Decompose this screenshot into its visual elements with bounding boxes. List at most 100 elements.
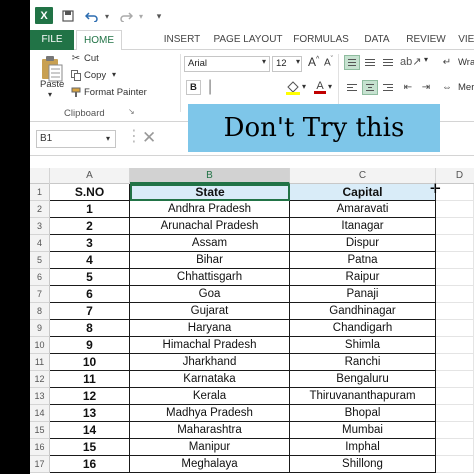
cell-empty[interactable] [436, 405, 474, 422]
clipboard-launcher-icon[interactable]: ↘ [128, 107, 135, 116]
cell-state[interactable]: Arunachal Pradesh [130, 218, 290, 235]
cell-sno[interactable]: 7 [50, 303, 130, 320]
cell-empty[interactable] [436, 388, 474, 405]
tab-view[interactable]: VIEW [456, 30, 474, 50]
cell-capital[interactable]: Mumbai [290, 422, 436, 439]
cell-state[interactable]: Himachal Pradesh [130, 337, 290, 354]
format-painter-button[interactable]: Format Painter [84, 87, 147, 98]
cell-state[interactable]: Meghalaya [130, 456, 290, 473]
cell-empty[interactable] [436, 201, 474, 218]
cell-sno[interactable]: 15 [50, 439, 130, 456]
column-header-d[interactable]: D [436, 168, 474, 184]
cell-capital[interactable]: Shillong [290, 456, 436, 473]
tab-page-layout[interactable]: PAGE LAYOUT [212, 30, 284, 50]
decrease-font-icon[interactable]: Aˇ [324, 56, 333, 68]
cell-capital[interactable]: Bhopal [290, 405, 436, 422]
copy-button[interactable]: Copy [84, 70, 106, 81]
cell-sno[interactable]: 1 [50, 201, 130, 218]
cell-capital[interactable]: Gandhinagar [290, 303, 436, 320]
redo-dropdown-icon[interactable]: ▾ [136, 8, 146, 24]
column-header-a[interactable]: A [50, 168, 130, 184]
row-header[interactable]: 2 [30, 201, 50, 218]
cell-empty[interactable] [436, 439, 474, 456]
row-header[interactable]: 6 [30, 269, 50, 286]
name-box[interactable]: B1 [36, 130, 116, 148]
cell-empty[interactable] [436, 354, 474, 371]
cell-empty[interactable] [436, 286, 474, 303]
undo-icon[interactable] [82, 8, 102, 24]
paste-button[interactable]: Paste [40, 79, 64, 90]
row-header[interactable]: 11 [30, 354, 50, 371]
redo-icon[interactable] [116, 8, 136, 24]
cell-state[interactable]: Bihar [130, 252, 290, 269]
cancel-icon[interactable]: ✕ [142, 128, 156, 148]
cell-sno[interactable]: 10 [50, 354, 130, 371]
cell-state[interactable]: Manipur [130, 439, 290, 456]
font-name-field[interactable]: Arial [184, 56, 270, 72]
cell-capital[interactable]: Thiruvananthapuram [290, 388, 436, 405]
cell-empty[interactable] [436, 252, 474, 269]
fill-color-icon[interactable] [284, 80, 302, 95]
header-cell-sno[interactable]: S.NO [50, 184, 130, 201]
increase-font-icon[interactable]: A^ [308, 55, 319, 69]
tab-data[interactable]: DATA [360, 30, 394, 50]
cell-capital[interactable]: Ranchi [290, 354, 436, 371]
worksheet-grid[interactable]: A B C D 1 S.NO State Capital 2 1 Andhra Prades… [30, 168, 474, 474]
cell-empty[interactable] [436, 337, 474, 354]
row-header[interactable]: 3 [30, 218, 50, 235]
cell-state[interactable]: Andhra Pradesh [130, 201, 290, 218]
font-color-icon[interactable]: A [312, 80, 328, 95]
cell-sno[interactable]: 5 [50, 269, 130, 286]
cell-capital[interactable]: Raipur [290, 269, 436, 286]
font-size-dropdown-icon[interactable]: ▾ [296, 57, 300, 66]
cell-sno[interactable]: 14 [50, 422, 130, 439]
middle-align-button[interactable] [362, 55, 378, 70]
orientation-icon[interactable]: ab↗ [400, 55, 421, 68]
row-header[interactable]: 9 [30, 320, 50, 337]
increase-indent-icon[interactable]: ⇥ [418, 80, 434, 95]
cell-sno[interactable]: 8 [50, 320, 130, 337]
cell-empty[interactable] [436, 218, 474, 235]
cell-sno[interactable]: 2 [50, 218, 130, 235]
merge-center-button[interactable]: Merge & C [458, 82, 474, 93]
cell-empty[interactable] [436, 184, 474, 201]
row-header[interactable]: 4 [30, 235, 50, 252]
cell-state[interactable]: Assam [130, 235, 290, 252]
cell-state[interactable]: Madhya Pradesh [130, 405, 290, 422]
cell-state[interactable]: Haryana [130, 320, 290, 337]
cell-empty[interactable] [436, 422, 474, 439]
select-all-corner[interactable] [30, 168, 50, 184]
align-left-button[interactable] [344, 80, 360, 95]
tab-insert[interactable]: INSERT [160, 30, 204, 50]
cell-capital[interactable]: Amaravati [290, 201, 436, 218]
row-header[interactable]: 5 [30, 252, 50, 269]
tab-file[interactable]: FILE [30, 30, 74, 50]
cell-state[interactable]: Kerala [130, 388, 290, 405]
column-header-b[interactable]: B [130, 168, 290, 184]
cell-state[interactable]: Chhattisgarh [130, 269, 290, 286]
font-name-dropdown-icon[interactable]: ▾ [262, 57, 266, 66]
center-button[interactable] [362, 80, 378, 95]
cell-state[interactable]: Karnataka [130, 371, 290, 388]
tab-formulas[interactable]: FORMULAS [292, 30, 350, 50]
top-align-button[interactable] [344, 55, 360, 70]
cell-empty[interactable] [436, 269, 474, 286]
customize-qat-icon[interactable]: ▾ [152, 8, 166, 24]
cut-button[interactable]: Cut [84, 53, 99, 64]
cell-capital[interactable]: Bengaluru [290, 371, 436, 388]
cell-empty[interactable] [436, 456, 474, 473]
font-color-dropdown-icon[interactable]: ▾ [328, 82, 332, 91]
row-header[interactable]: 1 [30, 184, 50, 201]
cell-empty[interactable] [436, 235, 474, 252]
wrap-text-button[interactable]: Wrap Text [458, 57, 474, 68]
cell-sno[interactable]: 12 [50, 388, 130, 405]
cell-sno[interactable]: 11 [50, 371, 130, 388]
align-right-button[interactable] [380, 80, 396, 95]
cell-capital[interactable]: Imphal [290, 439, 436, 456]
row-header[interactable]: 15 [30, 422, 50, 439]
cell-sno[interactable]: 9 [50, 337, 130, 354]
cell-state[interactable]: Jharkhand [130, 354, 290, 371]
row-header[interactable]: 14 [30, 405, 50, 422]
orientation-dropdown-icon[interactable]: ▾ [424, 55, 428, 64]
cell-empty[interactable] [436, 303, 474, 320]
